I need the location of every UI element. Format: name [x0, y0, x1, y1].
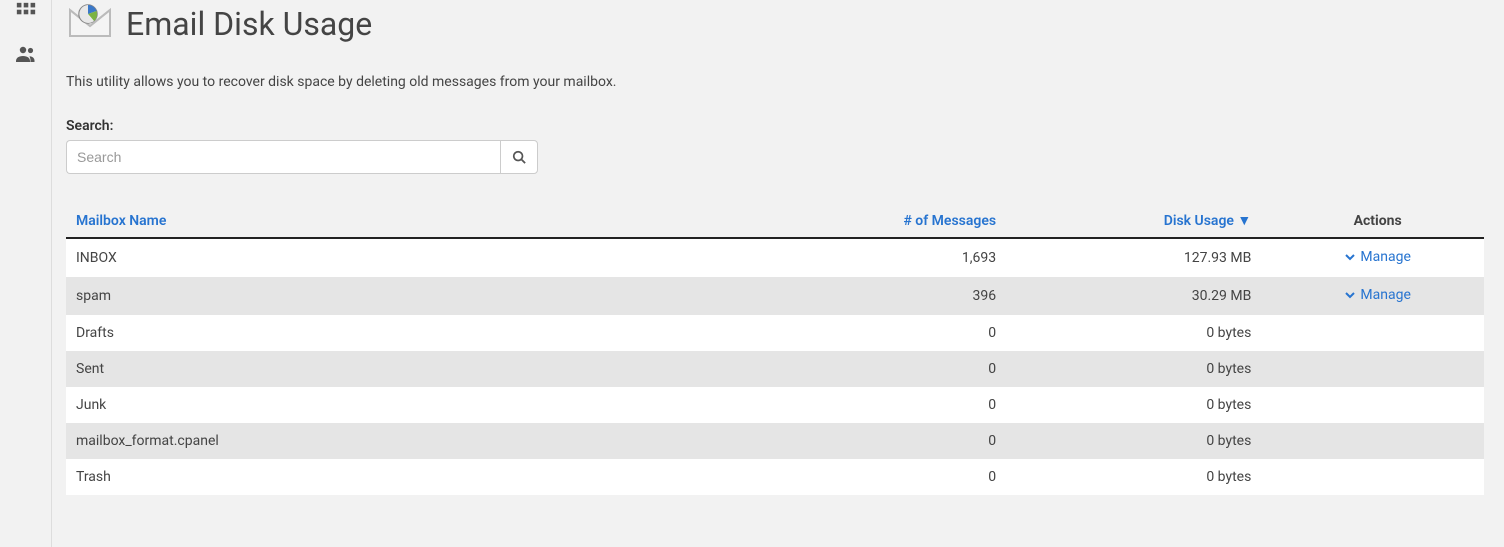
- users-icon[interactable]: [14, 42, 38, 66]
- cell-messages: 0: [846, 387, 1016, 423]
- page-description: This utility allows you to recover disk …: [66, 74, 1484, 90]
- col-header-messages[interactable]: # of Messages: [846, 204, 1016, 238]
- manage-link[interactable]: Manage: [1344, 287, 1410, 303]
- cell-actions: [1271, 387, 1484, 423]
- chevron-down-icon: [1344, 289, 1356, 301]
- cell-messages: 1,693: [846, 238, 1016, 277]
- cell-messages: 0: [846, 459, 1016, 495]
- manage-link[interactable]: Manage: [1344, 249, 1410, 265]
- table-row: mailbox_format.cpanel00 bytes: [66, 423, 1484, 459]
- col-header-actions: Actions: [1271, 204, 1484, 238]
- cell-actions: Manage: [1271, 238, 1484, 277]
- cell-disk-usage: 0 bytes: [1016, 459, 1271, 495]
- cell-actions: [1271, 315, 1484, 351]
- search-group: [66, 140, 1484, 174]
- cell-messages: 0: [846, 423, 1016, 459]
- col-header-name[interactable]: Mailbox Name: [66, 204, 846, 238]
- cell-disk-usage: 0 bytes: [1016, 423, 1271, 459]
- chevron-down-icon: [1344, 251, 1356, 263]
- cell-mailbox-name: mailbox_format.cpanel: [66, 423, 846, 459]
- table-row: spam39630.29 MB Manage: [66, 277, 1484, 315]
- search-input[interactable]: [66, 140, 500, 174]
- cell-messages: 0: [846, 351, 1016, 387]
- cell-mailbox-name: spam: [66, 277, 846, 315]
- cell-messages: 396: [846, 277, 1016, 315]
- cell-mailbox-name: Sent: [66, 351, 846, 387]
- cell-disk-usage: 127.93 MB: [1016, 238, 1271, 277]
- cell-actions: [1271, 351, 1484, 387]
- table-row: Drafts00 bytes: [66, 315, 1484, 351]
- cell-disk-usage: 0 bytes: [1016, 387, 1271, 423]
- apps-icon[interactable]: [14, 0, 38, 24]
- email-disk-icon: [66, 0, 114, 48]
- cell-mailbox-name: Trash: [66, 459, 846, 495]
- cell-messages: 0: [846, 315, 1016, 351]
- cell-disk-usage: 0 bytes: [1016, 315, 1271, 351]
- cell-disk-usage: 0 bytes: [1016, 351, 1271, 387]
- table-row: Sent00 bytes: [66, 351, 1484, 387]
- search-label: Search:: [66, 118, 1484, 134]
- sidebar: [0, 0, 52, 547]
- table-row: Junk00 bytes: [66, 387, 1484, 423]
- cell-mailbox-name: INBOX: [66, 238, 846, 277]
- mailbox-table: Mailbox Name # of Messages Disk Usage ▼ …: [66, 204, 1484, 495]
- cell-actions: [1271, 459, 1484, 495]
- cell-mailbox-name: Junk: [66, 387, 846, 423]
- search-button[interactable]: [500, 140, 538, 174]
- cell-mailbox-name: Drafts: [66, 315, 846, 351]
- col-header-disk[interactable]: Disk Usage ▼: [1016, 204, 1271, 238]
- search-icon: [512, 150, 526, 164]
- table-row: INBOX1,693127.93 MB Manage: [66, 238, 1484, 277]
- cell-disk-usage: 30.29 MB: [1016, 277, 1271, 315]
- cell-actions: [1271, 423, 1484, 459]
- page-title: Email Disk Usage: [126, 5, 372, 43]
- cell-actions: Manage: [1271, 277, 1484, 315]
- table-row: Trash00 bytes: [66, 459, 1484, 495]
- page-header: Email Disk Usage: [66, 0, 1484, 48]
- main-content: Email Disk Usage This utility allows you…: [52, 0, 1504, 547]
